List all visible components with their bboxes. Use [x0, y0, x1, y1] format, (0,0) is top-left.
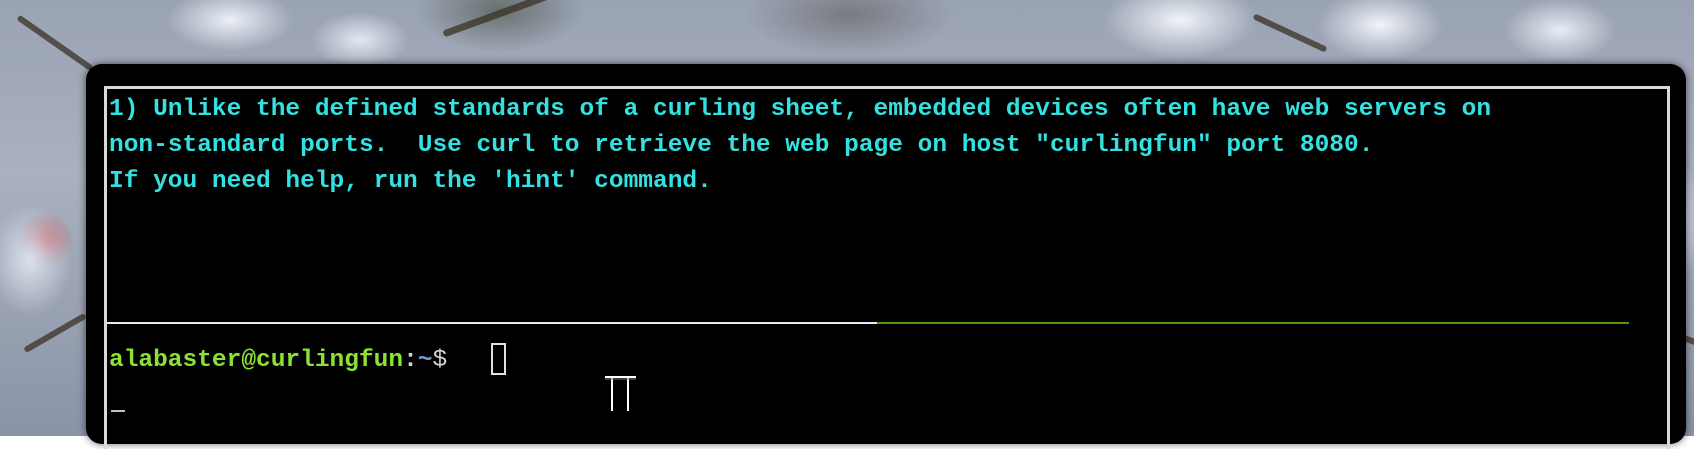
wallpaper-branch: [23, 312, 87, 354]
secondary-cursor-mark: [111, 410, 125, 412]
prompt-separator: :: [403, 347, 418, 374]
wallpaper-branch: [16, 14, 94, 72]
objective-line: 1) Unlike the defined standards of a cur…: [109, 96, 1492, 123]
objective-line: non-standard ports. Use curl to retrieve…: [109, 132, 1374, 159]
block-cursor-icon[interactable]: [491, 343, 506, 375]
shell-prompt[interactable]: alabaster@curlingfun:~$: [109, 343, 447, 379]
objective-text: 1) Unlike the defined standards of a cur…: [109, 92, 1669, 200]
ibeam-mouse-icon: [605, 376, 636, 411]
prompt-symbol: $: [432, 347, 448, 374]
objective-line: If you need help, run the 'hint' command…: [109, 168, 712, 195]
prompt-user-host: alabaster@curlingfun: [109, 347, 404, 374]
pane-divider-left: [107, 322, 877, 324]
wallpaper-branch: [442, 0, 558, 38]
wallpaper-branch: [1252, 13, 1328, 53]
prompt-path: ~: [417, 347, 433, 374]
pane-divider-right: [877, 322, 1629, 324]
